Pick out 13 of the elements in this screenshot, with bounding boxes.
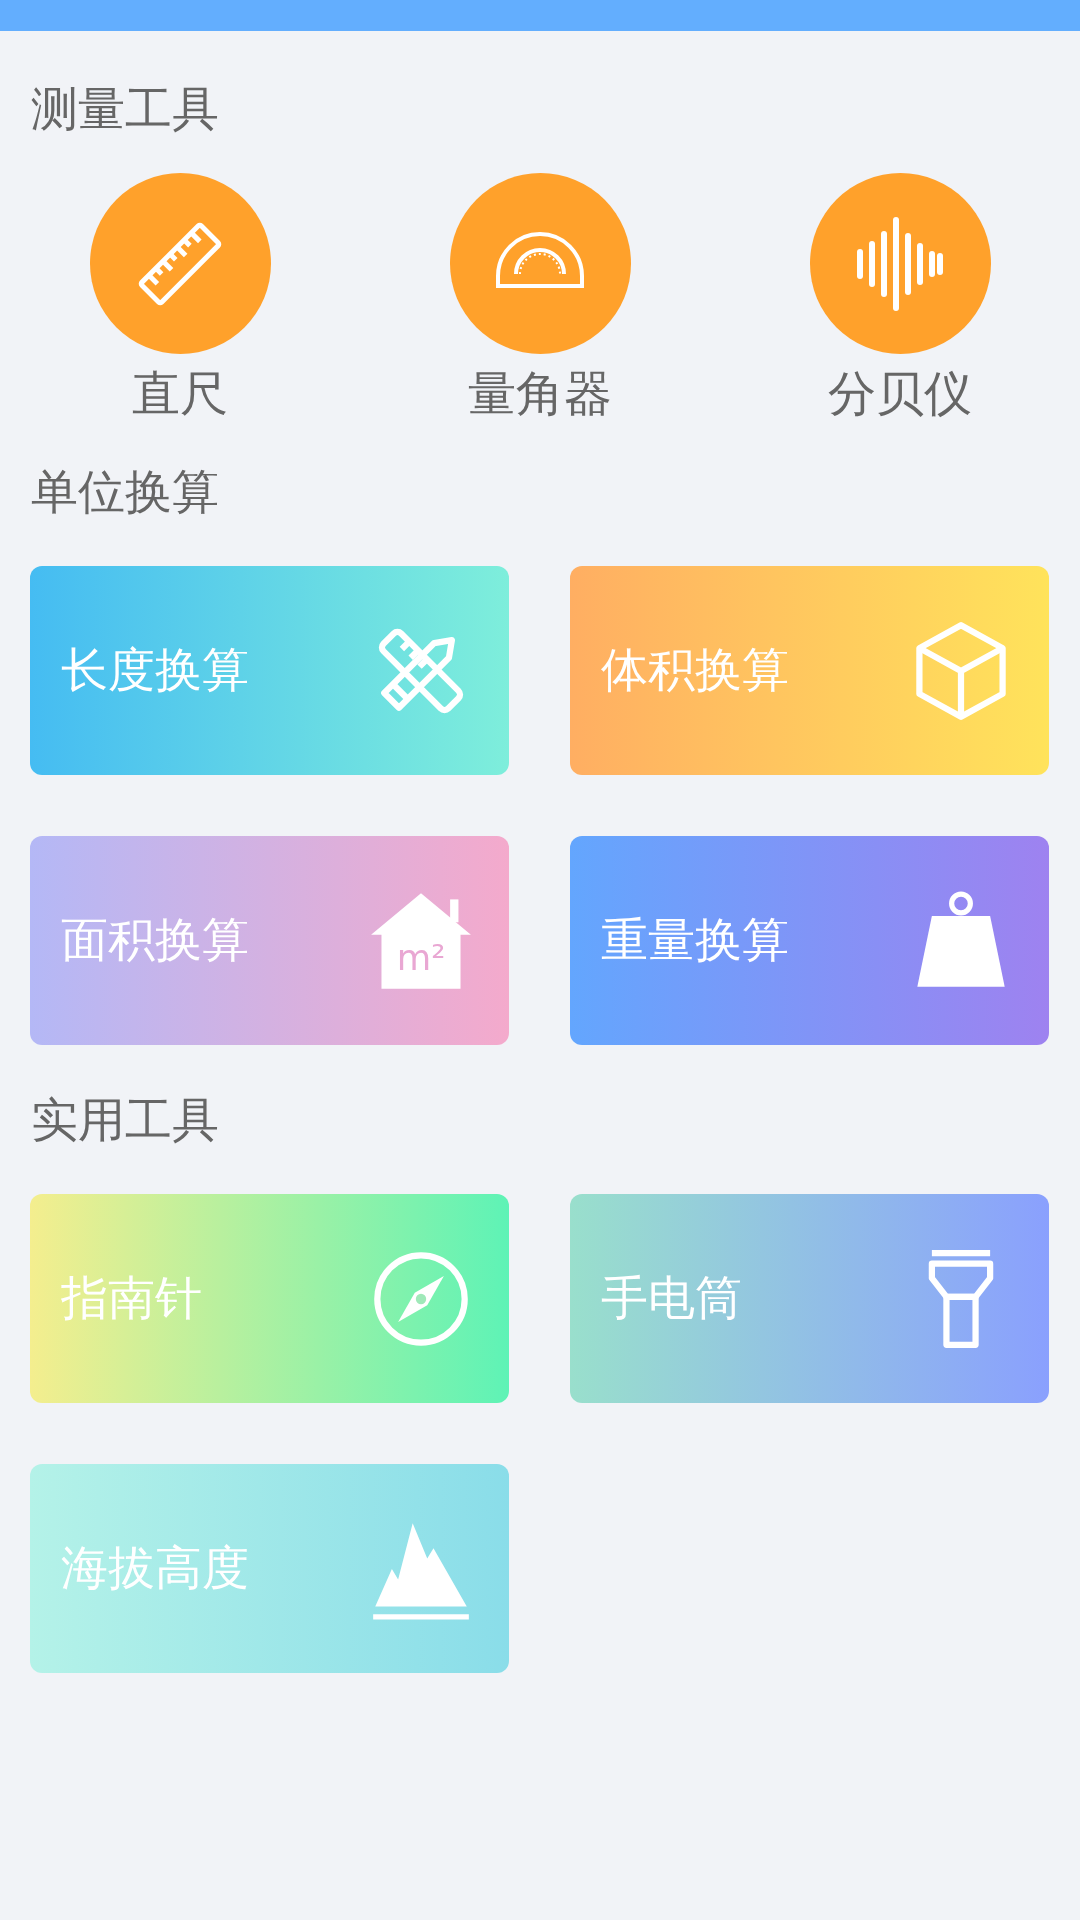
tool-card[interactable]: 体积换算 [570,566,1049,775]
tool-card[interactable]: 海拔高度 [30,1464,509,1673]
tool-card[interactable]: 面积换算 m² [30,836,509,1045]
section-title: 单位换算 [30,463,220,521]
section-title: 实用工具 [30,1091,220,1149]
section-title: 测量工具 [30,80,220,138]
tool-card[interactable]: 手电筒 [570,1194,1049,1403]
tool-label: 分贝仪 [828,364,972,423]
tool-label: 直尺 [132,364,228,423]
tool-card[interactable]: 重量换算 [570,836,1049,1045]
tool-card[interactable]: 指南针 [30,1194,509,1403]
tool-label: 量角器 [468,364,612,423]
tool-card[interactable]: 长度换算 [30,566,509,775]
